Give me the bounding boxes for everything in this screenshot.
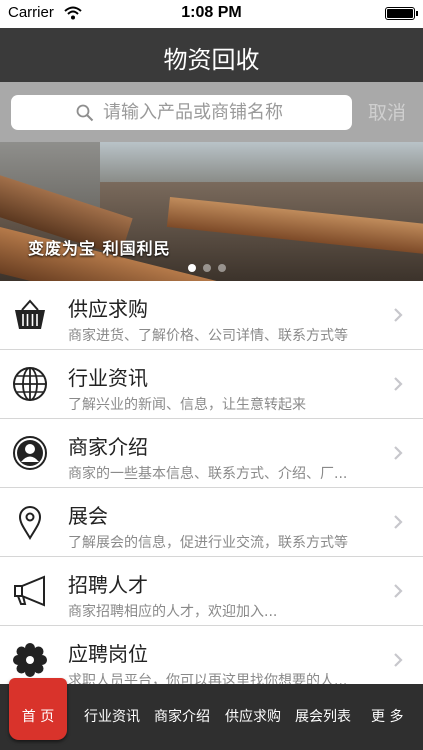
search-box[interactable] [11, 95, 352, 130]
menu-item-recruit-talent[interactable]: 招聘人才 商家招聘相应的人才，欢迎加入... [0, 557, 423, 626]
menu-item-title: 应聘岗位 [68, 642, 148, 666]
menu-item-exhibition[interactable]: 展会 了解展会的信息，促进行业交流，联系方式等 [0, 488, 423, 557]
tab-exhibition-list[interactable]: 展会列表 [295, 706, 351, 726]
page-dot[interactable] [218, 264, 226, 272]
menu-item-subtitle: 了解兴业的新闻、信息，让生意转起来 [68, 397, 306, 413]
basket-icon [12, 297, 48, 333]
tab-supply-purchase[interactable]: 供应求购 [225, 706, 281, 726]
menu-item-subtitle: 商家进货、了解价格、公司详情、联系方式等 [68, 328, 348, 344]
battery-icon [385, 7, 418, 20]
banner-slogan: 变废为宝 利国利民 [28, 239, 171, 258]
menu-item-title: 商家介绍 [68, 435, 148, 459]
location-pin-icon [12, 504, 48, 540]
chevron-right-icon [393, 652, 403, 672]
navigation-bar: 物资回收 [0, 28, 423, 82]
menu-item-title: 展会 [68, 504, 108, 528]
menu-item-title: 供应求购 [68, 297, 148, 321]
megaphone-icon [12, 573, 48, 609]
chevron-right-icon [393, 514, 403, 534]
menu-item-subtitle: 商家的一些基本信息、联系方式、介绍、厂... [68, 466, 348, 482]
menu-item-subtitle: 了解展会的信息，促进行业交流，联系方式等 [68, 535, 348, 551]
menu-item-merchant-intro[interactable]: 商家介绍 商家的一些基本信息、联系方式、介绍、厂... [0, 419, 423, 488]
tab-home[interactable]: 首 页 [9, 678, 67, 740]
page-dot[interactable] [203, 264, 211, 272]
menu-item-title: 招聘人才 [68, 573, 148, 597]
person-icon [12, 435, 48, 471]
globe-icon [12, 366, 48, 402]
tab-merchant-intro[interactable]: 商家介绍 [154, 706, 210, 726]
menu-list: 供应求购 商家进货、了解价格、公司详情、联系方式等 行业资讯 了解兴业的新闻、信… [0, 281, 423, 695]
menu-item-industry-news[interactable]: 行业资讯 了解兴业的新闻、信息，让生意转起来 [0, 350, 423, 419]
menu-item-supply-purchase[interactable]: 供应求购 商家进货、了解价格、公司详情、联系方式等 [0, 281, 423, 350]
tab-bar: 首 页 行业资讯 商家介绍 供应求购 展会列表 更 多 [0, 678, 423, 750]
cancel-button[interactable]: 取消 [368, 98, 406, 125]
page-title: 物资回收 [163, 46, 260, 74]
search-input[interactable] [103, 95, 343, 130]
menu-item-subtitle: 商家招聘相应的人才，欢迎加入... [68, 604, 278, 620]
status-bar: Carrier 1:08 PM [0, 0, 423, 28]
gear-icon [12, 642, 48, 678]
chevron-right-icon [393, 445, 403, 465]
chevron-right-icon [393, 307, 403, 327]
tab-more[interactable]: 更 多 [371, 706, 403, 726]
menu-item-title: 行业资讯 [68, 366, 148, 390]
chevron-right-icon [393, 376, 403, 396]
page-dot[interactable] [188, 264, 196, 272]
tab-home-label: 首 页 [21, 709, 55, 725]
page-indicator[interactable] [188, 257, 233, 276]
search-icon [76, 104, 94, 126]
banner-carousel[interactable]: 变废为宝 利国利民 [0, 142, 423, 281]
clock: 1:08 PM [181, 4, 242, 21]
chevron-right-icon [393, 583, 403, 603]
tab-industry-news[interactable]: 行业资讯 [84, 706, 140, 726]
search-bar: 取消 [0, 82, 423, 142]
